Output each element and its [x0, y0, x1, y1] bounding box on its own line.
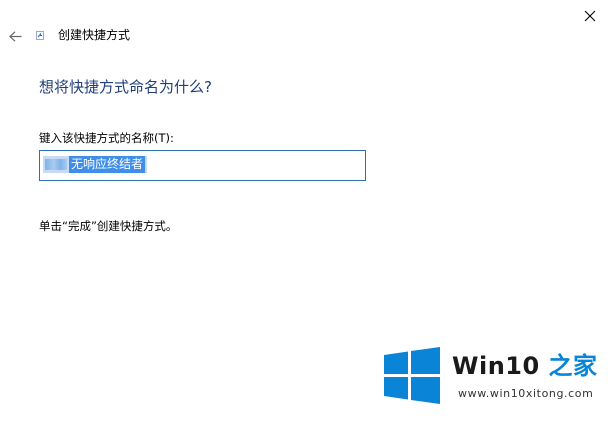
back-button[interactable] — [4, 26, 26, 46]
shortcut-name-label: 键入该快捷方式的名称(T): — [39, 131, 174, 145]
selected-text: 无响应终结者 — [43, 156, 148, 173]
finish-hint: 单击“完成”创建快捷方式。 — [39, 219, 178, 233]
watermark-brand-main: Win10 — [452, 352, 540, 380]
window-title: 创建快捷方式 — [58, 28, 131, 42]
watermark-url: www.win10xitong.com — [458, 387, 594, 400]
back-arrow-icon — [8, 30, 21, 42]
shortcut-name-input[interactable]: 无响应终结者 — [39, 150, 366, 181]
page-heading: 想将快捷方式命名为什么? — [39, 78, 212, 96]
shortcut-icon — [36, 31, 44, 40]
windows-logo-icon — [384, 347, 440, 404]
watermark: Win10 之家 www.win10xitong.com — [382, 346, 606, 412]
create-shortcut-window: 创建快捷方式 想将快捷方式命名为什么? 键入该快捷方式的名称(T): 无响应终结… — [0, 0, 613, 422]
watermark-brand-accent: 之家 — [539, 352, 598, 380]
close-button[interactable] — [567, 0, 613, 32]
watermark-brand: Win10 之家 — [452, 351, 598, 381]
shortcut-name-value: 无响应终结者 — [69, 156, 146, 173]
close-icon — [584, 10, 596, 22]
selection-highlight — [45, 159, 67, 170]
